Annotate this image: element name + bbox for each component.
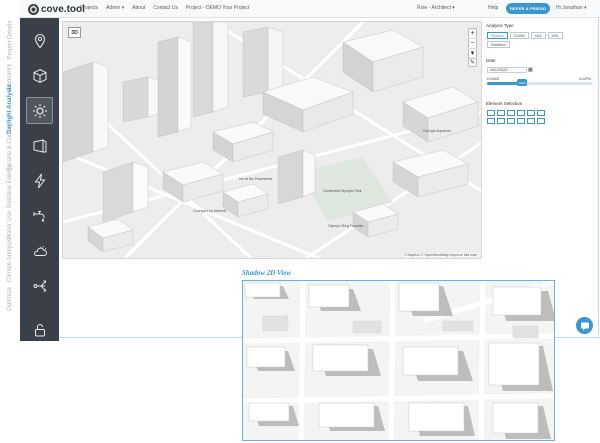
map-attribution[interactable]: © Mapbox © OpenStreetMap Improve this ma… xyxy=(402,253,478,257)
analysis-type-tabs: Shadow CDA50 sDA ASE xyxy=(487,32,563,39)
logo-mark-icon xyxy=(28,3,39,15)
time-end-label: 6:00PM xyxy=(579,77,592,81)
element-selection-box[interactable] xyxy=(517,110,525,116)
lock-icon[interactable] xyxy=(26,316,53,343)
zoom-controls: + − ▾ xyxy=(468,28,477,59)
top-navigation-bar: cove.tool Projects Admin ▾ About Contact… xyxy=(20,0,600,18)
map-label-olympic-fountain: Olympic Ring Fountain xyxy=(328,224,363,228)
element-selection-box[interactable] xyxy=(527,118,535,124)
pencil-icon[interactable]: ✎ xyxy=(468,58,477,67)
facade-icon[interactable] xyxy=(26,132,53,159)
location-pin-icon[interactable] xyxy=(26,27,53,54)
element-selection-box[interactable] xyxy=(507,118,515,124)
map-label-inn-peachtrees: Inn at the Peachtrees xyxy=(239,177,273,181)
sidebar-labels: Project Details Geometry Daylight Analys… xyxy=(0,20,20,320)
chat-bubble-icon xyxy=(580,322,589,330)
element-selection-box[interactable] xyxy=(537,110,545,116)
nav-contact-us[interactable]: Contact Us xyxy=(153,5,178,11)
city-3d-render: Inn at the Peachtrees Courtyard by Marri… xyxy=(63,22,481,258)
sidebar-label-climate-analysis[interactable]: Climate Analysis xyxy=(0,238,20,282)
map-label-georgia-aquarium: Georgia Aquarium xyxy=(423,129,451,133)
date-input[interactable]: 06/10/2020 xyxy=(487,67,527,73)
element-selection-grid xyxy=(487,110,547,124)
water-faucet-icon[interactable] xyxy=(26,202,53,229)
element-selection-box[interactable] xyxy=(507,110,515,116)
analysis-type-title: Analysis Type xyxy=(486,23,514,28)
map-label-courtyard-marriott: Courtyard by Marriott xyxy=(193,209,226,213)
time-slider[interactable]: 10:00 xyxy=(487,79,593,86)
chat-support-button[interactable] xyxy=(576,317,593,334)
element-selection-box[interactable] xyxy=(517,118,525,124)
sidebar xyxy=(20,18,59,341)
element-selection-box[interactable] xyxy=(497,118,505,124)
refer-a-friend-button[interactable]: REFER A FRIEND xyxy=(506,3,550,14)
zoom-out-button[interactable]: − xyxy=(468,39,477,49)
role-selector[interactable]: Role - Architect ▾ xyxy=(417,5,455,11)
tab-radiation[interactable]: Radiation xyxy=(487,41,510,48)
optimize-arrows-icon[interactable] xyxy=(26,272,53,299)
frame-right-edge xyxy=(598,18,599,338)
cloud-sun-icon[interactable] xyxy=(26,237,53,264)
map-label-centennial-park: Centennial Olympic Park xyxy=(323,189,362,193)
shadow-2d-view[interactable] xyxy=(242,280,555,441)
analysis-panel: Analysis Type Shadow CDA50 sDA ASE Radia… xyxy=(484,21,598,259)
help-link[interactable]: Help xyxy=(488,5,498,11)
shadow-2d-title: Shadow 2D View xyxy=(242,269,292,277)
calendar-icon[interactable]: ▦ xyxy=(528,67,534,73)
sidebar-label-baseline-energy[interactable]: Baseline Energy xyxy=(0,164,20,208)
nav-about[interactable]: About xyxy=(132,5,145,11)
toggle-3d-button[interactable]: 3D xyxy=(68,27,81,38)
lightning-icon[interactable] xyxy=(26,167,53,194)
shadow-2d-render xyxy=(243,281,554,440)
tab-shadow[interactable]: Shadow xyxy=(487,32,508,39)
brand-name: cove.tool xyxy=(41,3,85,15)
main-nav: Projects Admin ▾ About Contact Us Projec… xyxy=(80,5,249,11)
element-selection-box[interactable] xyxy=(487,110,495,116)
element-selection-box[interactable] xyxy=(537,118,545,124)
sun-icon[interactable] xyxy=(26,97,53,124)
element-selection-box[interactable] xyxy=(527,110,535,116)
time-start-label: 6:00AM xyxy=(487,77,500,81)
user-menu[interactable]: Hi Jonathan ▾ xyxy=(556,5,587,11)
map-3d-view[interactable]: Inn at the Peachtrees Courtyard by Marri… xyxy=(62,21,482,259)
element-selection-box[interactable] xyxy=(487,118,495,124)
sidebar-label-project-details[interactable]: Project Details xyxy=(0,20,20,60)
tab-ase[interactable]: ASE xyxy=(547,32,563,39)
element-selection-box[interactable] xyxy=(497,110,505,116)
cove-tool-logo[interactable]: cove.tool xyxy=(28,2,85,16)
nav-current-project[interactable]: Project - DEMO Your Project xyxy=(186,5,249,11)
sidebar-label-optimize[interactable]: Optimize xyxy=(0,279,20,319)
element-selection-title: Element Selection xyxy=(486,101,523,106)
tab-cda50[interactable]: CDA50 xyxy=(509,32,529,39)
date-title: Date xyxy=(486,58,496,63)
time-slider-thumb[interactable]: 10:00 xyxy=(516,79,527,86)
nav-projects[interactable]: Projects xyxy=(80,5,98,11)
tab-sda[interactable]: sDA xyxy=(530,32,546,39)
cube-icon[interactable] xyxy=(26,62,53,89)
compass-button[interactable]: ▾ xyxy=(468,49,477,58)
nav-admin[interactable]: Admin ▾ xyxy=(106,5,124,11)
zoom-in-button[interactable]: + xyxy=(468,29,477,39)
